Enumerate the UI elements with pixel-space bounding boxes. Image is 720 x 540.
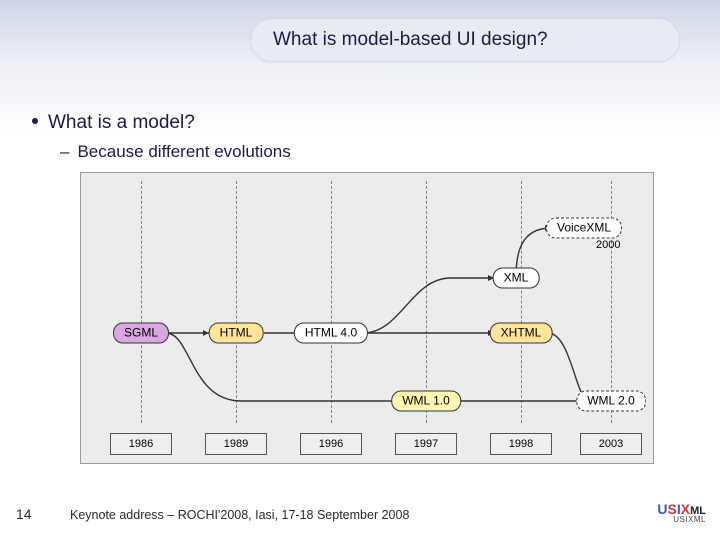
footer-text: Keynote address – ROCHI'2008, Iasi, 17-1… xyxy=(70,508,409,522)
node-html: HTML xyxy=(209,323,264,344)
node-xhtml: XHTML xyxy=(490,323,553,344)
node-wml20: WML 2.0 xyxy=(576,391,646,412)
slide: What is model-based UI design? What is a… xyxy=(0,0,720,540)
year-label: 1989 xyxy=(205,433,267,455)
page-number: 14 xyxy=(16,506,32,522)
bullet-level-1: What is a model? xyxy=(32,112,195,134)
slide-title: What is model-based UI design? xyxy=(273,29,548,51)
bullet1-text: What is a model? xyxy=(48,112,195,133)
node-wml10: WML 1.0 xyxy=(391,391,461,412)
node-xml: XML xyxy=(493,268,540,289)
bullet-level-2: –Because different evolutions xyxy=(60,142,291,162)
slide-title-bar: What is model-based UI design? xyxy=(250,18,680,62)
voicexml-year: 2000 xyxy=(596,239,620,251)
node-sgml: SGML xyxy=(113,323,169,344)
year-label: 2003 xyxy=(580,433,642,455)
year-label: 1986 xyxy=(110,433,172,455)
year-label: 1997 xyxy=(395,433,457,455)
bullet-dash-icon: – xyxy=(60,142,69,161)
year-label: 1996 xyxy=(300,433,362,455)
node-voicexml: VoiceXML xyxy=(546,218,622,239)
node-html40: HTML 4.0 xyxy=(294,323,368,344)
bullet2-text: Because different evolutions xyxy=(77,142,290,161)
bullet-dot-icon xyxy=(32,118,38,124)
usixml-logo: USIXML USIXML xyxy=(657,501,706,524)
year-label: 1998 xyxy=(490,433,552,455)
timeline-diagram: SGML HTML HTML 4.0 XML XHTML VoiceXML 20… xyxy=(80,172,654,464)
connector-lines xyxy=(81,173,653,463)
